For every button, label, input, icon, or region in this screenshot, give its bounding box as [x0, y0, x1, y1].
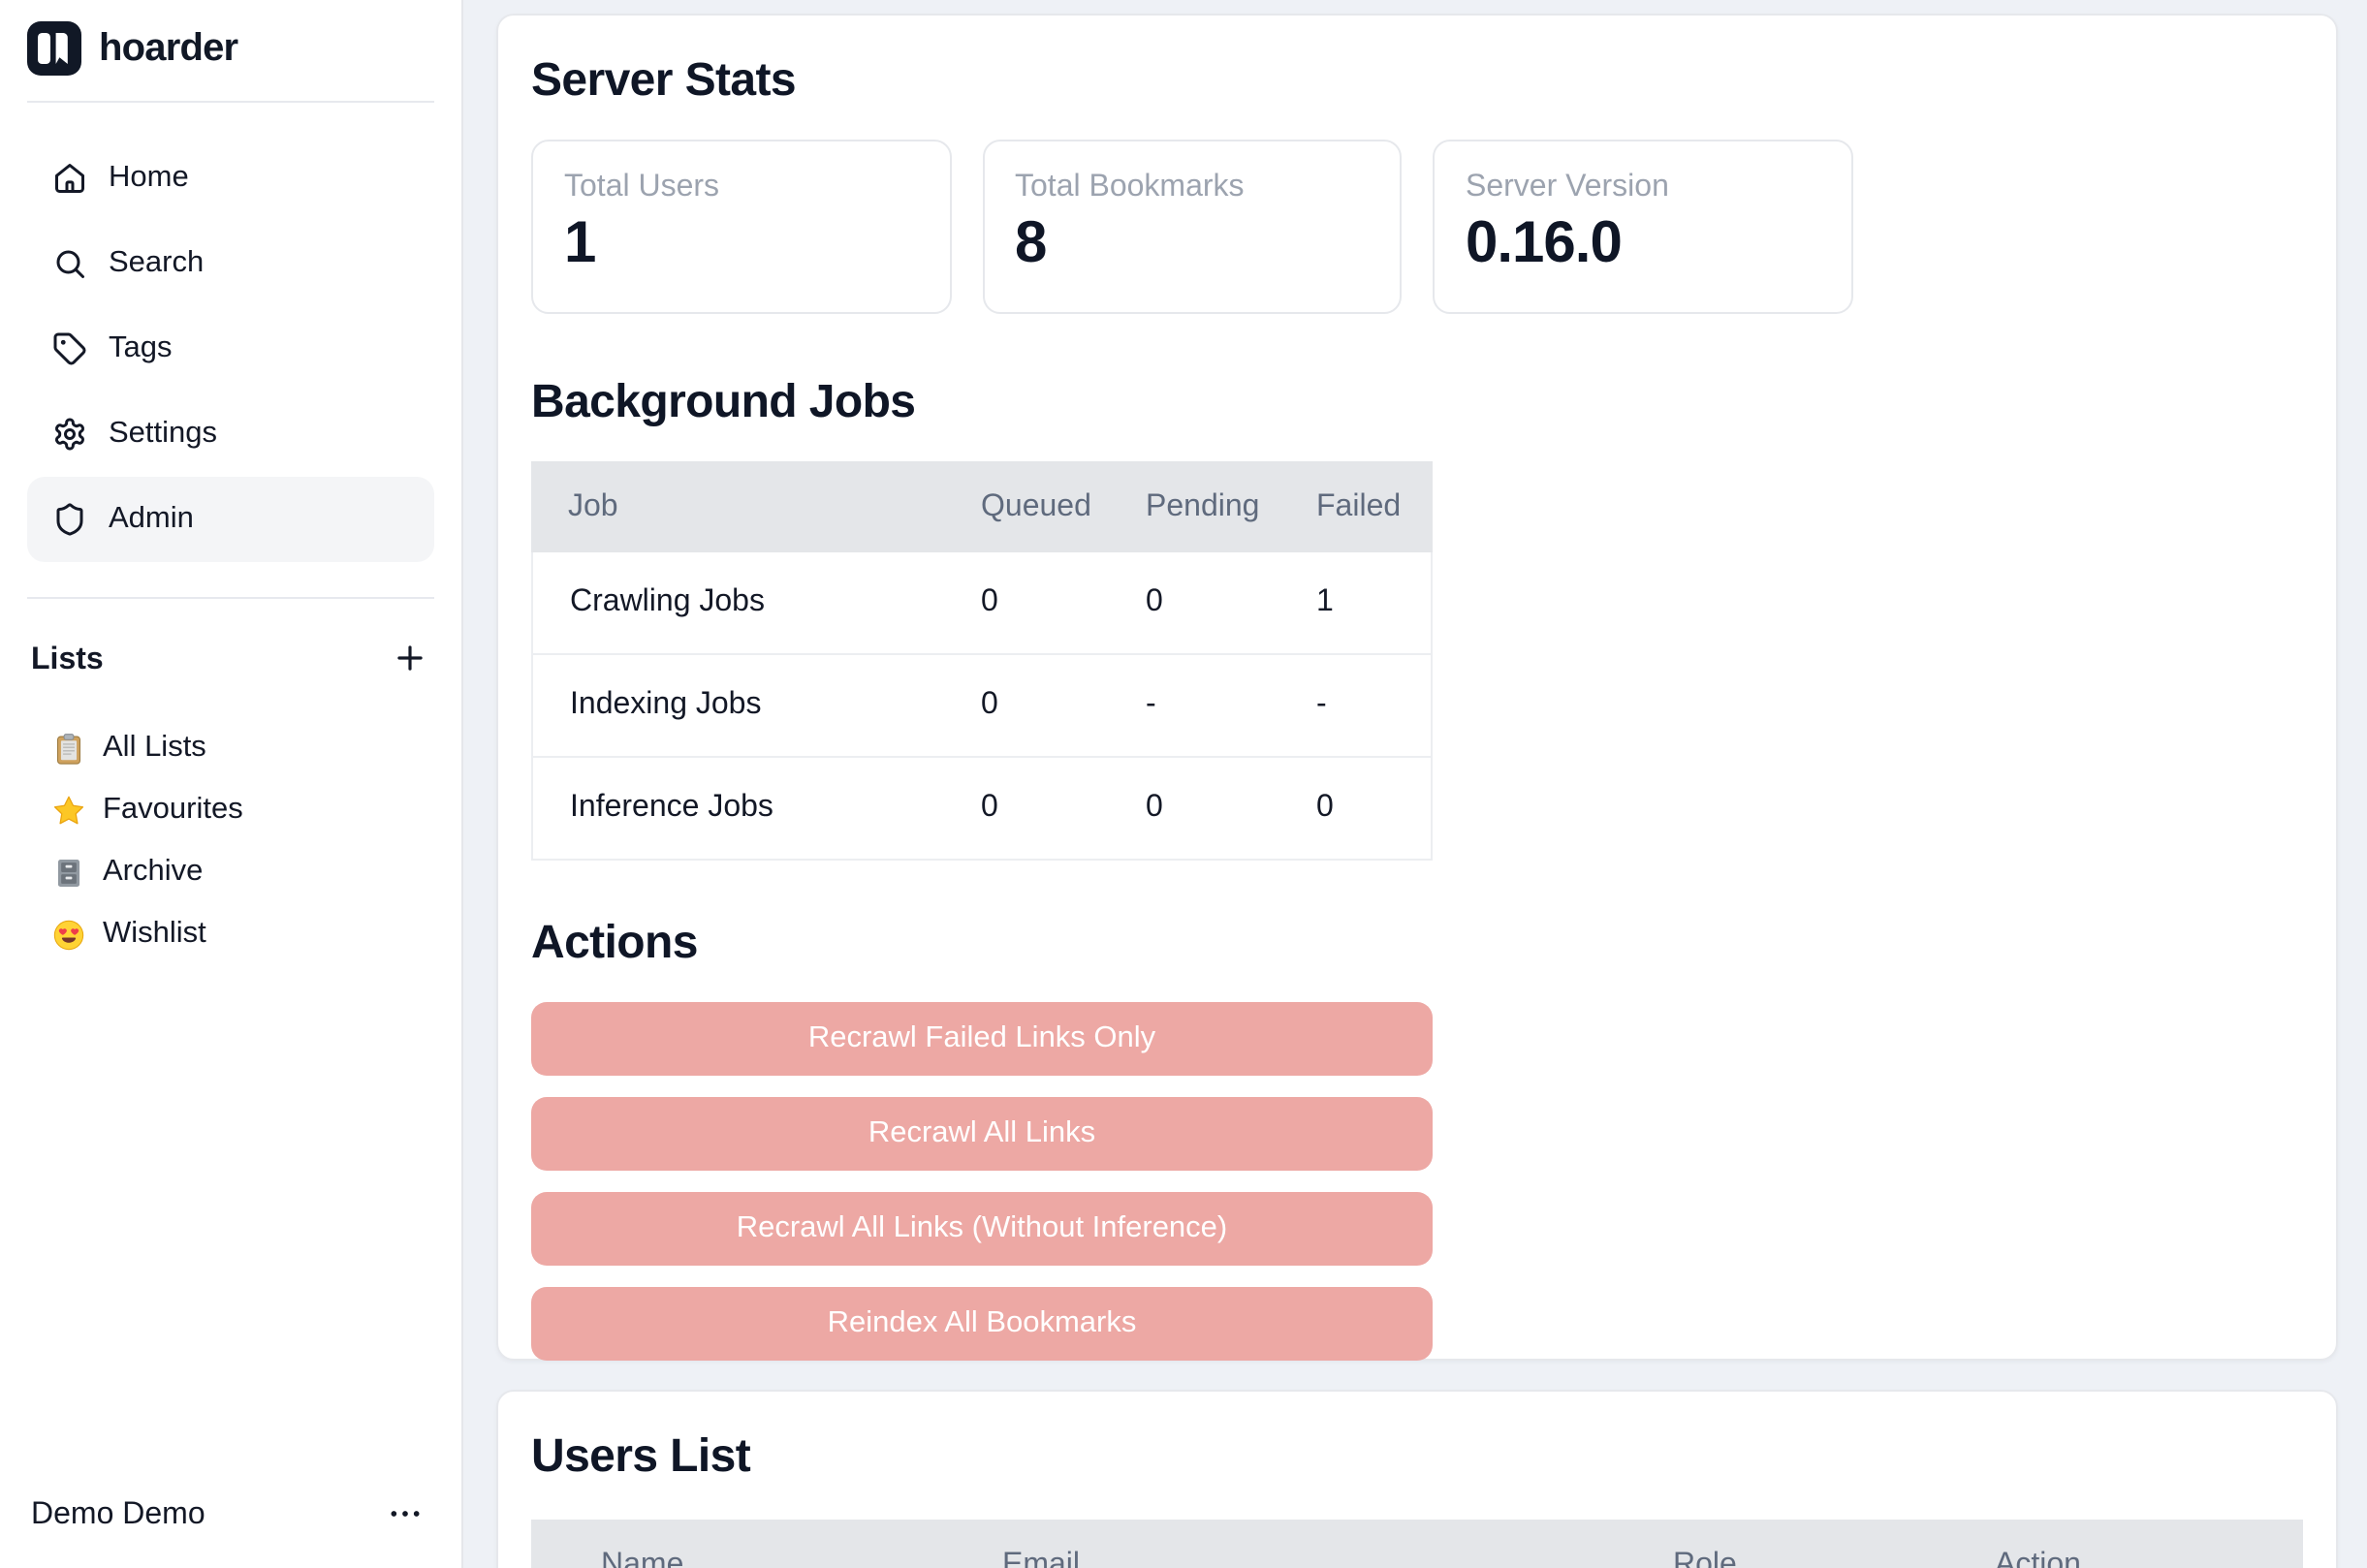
sidebar-item-label: Settings	[109, 417, 217, 452]
sidebar-item-tags[interactable]: Tags	[27, 306, 434, 392]
add-list-button[interactable]	[388, 640, 430, 682]
actions-title: Actions	[531, 913, 2303, 975]
brand-logo[interactable]: hoarder	[27, 0, 434, 76]
app-window: hoarder Home Search	[0, 0, 2367, 1568]
user-row: Demo Demo	[27, 1487, 434, 1545]
table-header-row: Job Queued Pending Failed	[531, 461, 1433, 552]
stat-card-total-users: Total Users 1	[531, 140, 951, 314]
stat-label: Total Bookmarks	[1015, 171, 1369, 205]
list-item-label: Favourites	[103, 793, 243, 828]
queued-cell: 0	[981, 655, 1146, 758]
sidebar-item-label: Admin	[109, 502, 194, 537]
clipboard-icon	[52, 732, 85, 765]
users-list-card: Users List Name Email Role Action	[496, 1390, 2338, 1568]
recrawl-failed-links-button[interactable]: Recrawl Failed Links Only	[531, 1002, 1433, 1076]
table-header-row: Name Email Role Action	[531, 1520, 2303, 1568]
sidebar-divider-lists	[27, 597, 434, 599]
failed-cell: -	[1316, 655, 1433, 758]
table-row-indexing-jobs: Indexing Jobs 0 - -	[531, 655, 1433, 758]
server-stats-grid: Total Users 1 Total Bookmarks 8 Server V…	[531, 140, 2303, 314]
queued-cell: 0	[981, 552, 1146, 655]
sidebar-divider-top	[27, 101, 434, 103]
shield-icon	[52, 502, 87, 537]
job-name-cell: Inference Jobs	[531, 758, 981, 861]
lists-title: Lists	[31, 643, 104, 678]
hoarder-logo-icon	[27, 21, 81, 76]
job-name-cell: Indexing Jobs	[531, 655, 981, 758]
stat-label: Server Version	[1466, 171, 1819, 205]
table-row-crawling-jobs: Crawling Jobs 0 0 1	[531, 552, 1433, 655]
ellipsis-icon	[386, 1493, 425, 1538]
sidebar-item-label: Search	[109, 246, 204, 281]
tag-icon	[52, 331, 87, 366]
actions-list: Recrawl Failed Links Only Recrawl All Li…	[531, 1002, 1433, 1361]
sidebar-item-label: Tags	[109, 331, 173, 366]
column-header-failed: Failed	[1316, 461, 1433, 552]
sidebar-nav: Home Search Tags	[27, 136, 434, 562]
column-header-queued: Queued	[981, 461, 1146, 552]
pending-cell: -	[1146, 655, 1316, 758]
stat-value: 8	[1015, 211, 1369, 277]
list-item-wishlist[interactable]: Wishlist	[27, 903, 434, 965]
stat-card-server-version: Server Version 0.16.0	[1433, 140, 1852, 314]
sidebar-item-search[interactable]: Search	[27, 221, 434, 306]
column-header-email: Email	[1002, 1520, 1673, 1568]
stat-card-total-bookmarks: Total Bookmarks 8	[982, 140, 1402, 314]
failed-cell: 0	[1316, 758, 1433, 861]
users-list-title: Users List	[531, 1427, 2303, 1489]
table-row-inference-jobs: Inference Jobs 0 0 0	[531, 758, 1433, 861]
sidebar-item-home[interactable]: Home	[27, 136, 434, 221]
user-menu-button[interactable]	[376, 1492, 434, 1539]
list-item-archive[interactable]: Archive	[27, 841, 434, 903]
sidebar-item-settings[interactable]: Settings	[27, 392, 434, 477]
main-content: Server Stats Total Users 1 Total Bookmar…	[465, 0, 2367, 1568]
heart-eyes-icon	[52, 918, 85, 951]
column-header-name: Name	[531, 1520, 1002, 1568]
plus-icon	[391, 640, 427, 682]
list-item-label: Archive	[103, 855, 203, 890]
pending-cell: 0	[1146, 552, 1316, 655]
search-icon	[52, 246, 87, 281]
recrawl-all-links-button[interactable]: Recrawl All Links	[531, 1097, 1433, 1171]
cabinet-icon	[52, 856, 85, 889]
sidebar-item-label: Home	[109, 161, 189, 196]
queued-cell: 0	[981, 758, 1146, 861]
stat-label: Total Users	[564, 171, 918, 205]
stat-value: 1	[564, 211, 918, 277]
reindex-all-bookmarks-button[interactable]: Reindex All Bookmarks	[531, 1287, 1433, 1361]
user-name: Demo Demo	[27, 1498, 205, 1533]
admin-panel-card: Server Stats Total Users 1 Total Bookmar…	[496, 14, 2338, 1361]
list-item-favourites[interactable]: Favourites	[27, 779, 434, 841]
job-name-cell: Crawling Jobs	[531, 552, 981, 655]
lists-header: Lists	[27, 638, 434, 684]
sidebar-item-admin[interactable]: Admin	[27, 477, 434, 562]
pending-cell: 0	[1146, 758, 1316, 861]
list-item-label: Wishlist	[103, 917, 206, 952]
column-header-pending: Pending	[1146, 461, 1316, 552]
star-icon	[52, 794, 85, 827]
list-item-all-lists[interactable]: All Lists	[27, 717, 434, 779]
failed-cell: 1	[1316, 552, 1433, 655]
brand-wordmark: hoarder	[99, 26, 237, 71]
background-jobs-title: Background Jobs	[531, 372, 2303, 434]
lists-nav: All Lists Favourites	[27, 717, 434, 965]
users-list-table: Name Email Role Action	[531, 1520, 2303, 1568]
recrawl-without-inference-button[interactable]: Recrawl All Links (Without Inference)	[531, 1192, 1433, 1266]
server-stats-title: Server Stats	[531, 50, 2303, 112]
column-header-role: Role	[1673, 1520, 1995, 1568]
background-jobs-table: Job Queued Pending Failed Crawling Jobs …	[531, 461, 1433, 861]
gear-icon	[52, 417, 87, 452]
list-item-label: All Lists	[103, 731, 206, 766]
sidebar: hoarder Home Search	[0, 0, 463, 1568]
column-header-action: Action	[1995, 1520, 2303, 1568]
house-icon	[52, 161, 87, 196]
stat-value: 0.16.0	[1466, 211, 1819, 277]
column-header-job: Job	[531, 461, 981, 552]
